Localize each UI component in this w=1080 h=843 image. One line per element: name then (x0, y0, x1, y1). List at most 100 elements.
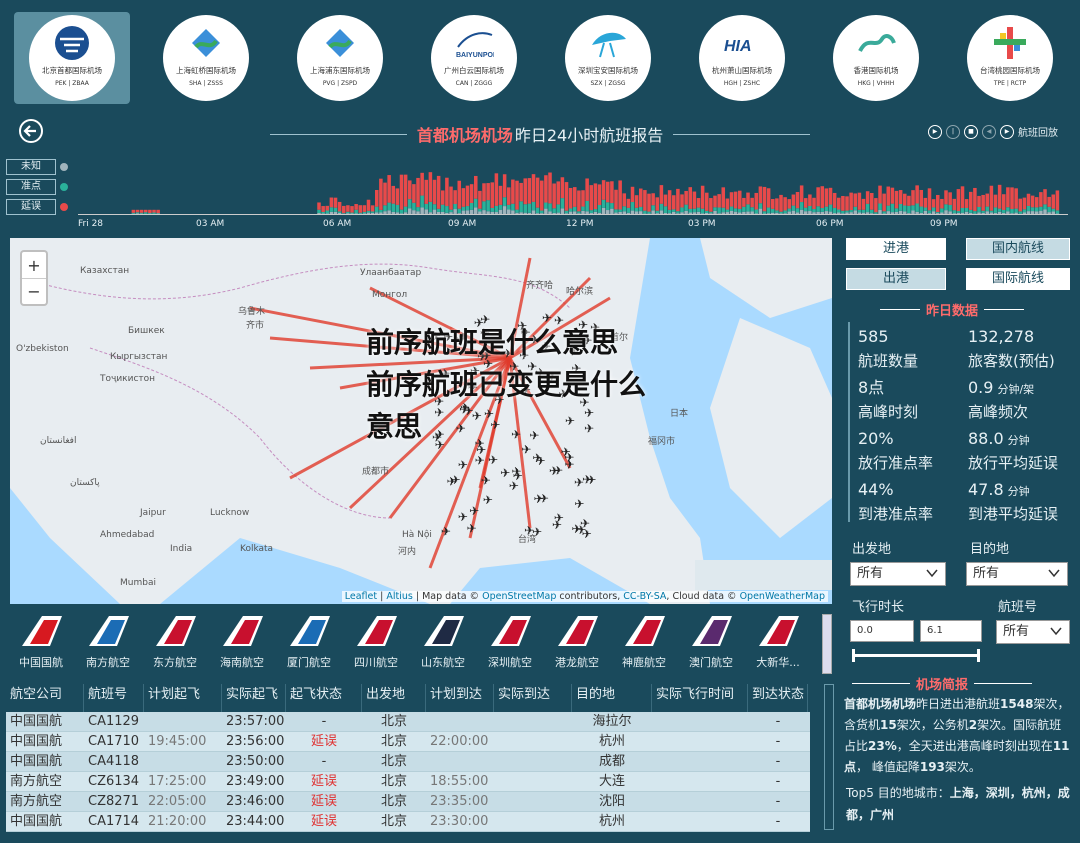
histogram-bar (412, 184, 416, 203)
airport-card[interactable]: 北京首都国际机场 PEK | ZBAA (14, 12, 130, 104)
airline-filter-item[interactable]: 神鹿航空 (613, 614, 675, 670)
table-row[interactable]: 中国国航 CA1714 21:20:00 23:44:00 延误 北京 23:30:00 杭州… (6, 812, 810, 832)
column-header[interactable]: 实际飞行时间 (652, 684, 748, 712)
column-header[interactable]: 到达状态 (748, 684, 808, 712)
legend-item[interactable]: 延误 (6, 198, 72, 216)
attribution-osm-link[interactable]: OpenStreetMap (482, 591, 556, 602)
airplane-icon[interactable]: ✈ (576, 523, 586, 537)
airplane-icon[interactable]: ✈ (553, 464, 563, 478)
column-header[interactable]: 计划到达 (426, 684, 494, 712)
airport-card[interactable]: BAIYUNPORT 广州白云国际机场 CAN | ZGGG (416, 12, 532, 104)
airport-card[interactable]: HIA 杭州萧山国际机场 HGH | ZSHC (684, 12, 800, 104)
histogram-bar (795, 208, 800, 213)
attribution-leaflet-link[interactable]: Leaflet (345, 591, 377, 602)
table-scrollbar[interactable] (824, 684, 834, 830)
airline-filter-item[interactable]: 中国国航 (10, 614, 72, 670)
airline-filter-item[interactable]: 东方航空 (144, 614, 206, 670)
pause-icon[interactable]: ‖ (946, 124, 960, 139)
attribution-owm-link[interactable]: OpenWeatherMap (740, 591, 825, 602)
forward-icon[interactable]: ▶ (1000, 124, 1014, 139)
column-header[interactable]: 实际起飞 (222, 684, 286, 712)
airline-filter-item[interactable]: 深圳航空 (479, 614, 541, 670)
toggle-domestic[interactable]: 国内航线 (966, 238, 1070, 260)
airplane-icon[interactable]: ✈ (483, 493, 493, 507)
airport-card[interactable]: 上海浦东国际机场 PVG | ZSPD (282, 12, 398, 104)
airline-filter-item[interactable]: 澳门航空 (680, 614, 742, 670)
column-header[interactable]: 实际到达 (494, 684, 572, 712)
attribution-cc-link[interactable]: CC-BY-SA (623, 591, 666, 602)
slider-handle-max[interactable] (977, 649, 980, 662)
duration-slider[interactable] (852, 649, 980, 662)
table-cell: CA1129 (88, 714, 140, 729)
airplane-icon[interactable]: ✈ (574, 497, 584, 511)
airplane-icon[interactable]: ✈ (586, 473, 596, 487)
replay-label[interactable]: 航班回放 (1018, 124, 1058, 139)
airplane-icon[interactable]: ✈ (488, 453, 498, 467)
zoom-in-button[interactable]: + (22, 252, 46, 278)
dep-select[interactable]: 所有 (850, 562, 946, 586)
airport-card[interactable]: 香港国际机场 HKG | VHHH (818, 12, 934, 104)
table-row[interactable]: 南方航空 CZ6134 17:25:00 23:49:00 延误 北京 18:55:00 大连… (6, 772, 810, 792)
slider-handle-min[interactable] (852, 649, 855, 662)
duration-max-input[interactable]: 6.1 (920, 620, 982, 642)
duration-min-input[interactable]: 0.0 (850, 620, 914, 642)
histogram-bar (750, 197, 754, 208)
histogram-bar (622, 206, 627, 212)
airline-filter-item[interactable]: 港龙航空 (546, 614, 608, 670)
airplane-icon[interactable]: ✈ (466, 521, 476, 535)
airport-card[interactable]: 台湾桃园国际机场 TPE | RCTP (952, 12, 1068, 104)
airplane-icon[interactable]: ✈ (500, 466, 510, 480)
histogram-bar (354, 209, 358, 214)
airplane-icon[interactable]: ✈ (574, 475, 584, 489)
toggle-international[interactable]: 国际航线 (966, 268, 1070, 290)
attribution-altius-link[interactable]: Altius (386, 591, 412, 602)
airline-filter-item[interactable]: 海南航空 (211, 614, 273, 670)
airline-filter-item[interactable]: 南方航空 (77, 614, 139, 670)
legend-item[interactable]: 准点 (6, 178, 72, 196)
column-header[interactable]: 航空公司 (6, 684, 84, 712)
airplane-icon[interactable]: ✈ (481, 474, 491, 488)
column-header[interactable]: 目的地 (572, 684, 652, 712)
column-header[interactable]: 计划起飞 (144, 684, 222, 712)
airline-tail-icon (223, 616, 263, 646)
map-place-label: 乌鲁木 (238, 307, 266, 317)
dest-select[interactable]: 所有 (966, 562, 1068, 586)
play-icon[interactable]: ▶ (928, 124, 942, 139)
airplane-icon[interactable]: ✈ (535, 454, 545, 468)
airplane-icon[interactable]: ✈ (509, 479, 519, 493)
airplane-icon[interactable]: ✈ (564, 458, 574, 472)
table-row[interactable]: 中国国航 CA1129 23:57:00 - 北京 海拉尔 - (6, 712, 810, 732)
toggle-arrivals[interactable]: 进港 (846, 238, 946, 260)
airline-filter-item[interactable]: 山东航空 (412, 614, 474, 670)
histogram-bar (606, 202, 610, 211)
airplane-icon[interactable]: ✈ (450, 473, 460, 487)
airport-brief: 首都机场机场昨日进出港航班1548架次，含货机15架次，公务机2架次。国际航班占… (844, 694, 1070, 778)
airplane-icon[interactable]: ✈ (458, 458, 468, 472)
stop-icon[interactable]: ■ (964, 124, 978, 139)
legend-item[interactable]: 未知 (6, 158, 72, 176)
column-header[interactable]: 出发地 (362, 684, 426, 712)
airline-filter-item[interactable]: 四川航空 (345, 614, 407, 670)
airplane-icon[interactable]: ✈ (469, 504, 479, 518)
airline-filter-item[interactable]: 大新华... (747, 614, 809, 670)
airline-scrollbar[interactable] (822, 614, 832, 674)
airport-card[interactable]: 深圳宝安国际机场 SZX | ZGSG (550, 12, 666, 104)
table-row[interactable]: 南方航空 CZ8271 22:05:00 23:46:00 延误 北京 23:35:00 沈阳… (6, 792, 810, 812)
airplane-icon[interactable]: ✈ (533, 492, 543, 506)
flightno-select[interactable]: 所有 (996, 620, 1070, 644)
toggle-departures[interactable]: 出港 (846, 268, 946, 290)
rewind-icon[interactable]: ◀ (982, 124, 996, 139)
airplane-icon[interactable]: ✈ (554, 511, 564, 525)
column-header[interactable]: 航班号 (84, 684, 144, 712)
zoom-out-button[interactable]: − (22, 278, 46, 304)
back-arrow-icon[interactable] (18, 118, 44, 144)
airline-filter-item[interactable]: 厦门航空 (278, 614, 340, 670)
table-row[interactable]: 中国国航 CA4118 23:50:00 - 北京 成都 - (6, 752, 810, 772)
airplane-icon[interactable]: ✈ (441, 525, 451, 539)
histogram-bar (997, 184, 1002, 209)
airplane-icon[interactable]: ✈ (511, 465, 521, 479)
airport-card[interactable]: 上海虹桥国际机场 SHA | ZSSS (148, 12, 264, 104)
column-header[interactable]: 起飞状态 (286, 684, 362, 712)
histogram-bar (643, 190, 647, 211)
table-row[interactable]: 中国国航 CA1710 19:45:00 23:56:00 延误 北京 22:00:00 杭州… (6, 732, 810, 752)
